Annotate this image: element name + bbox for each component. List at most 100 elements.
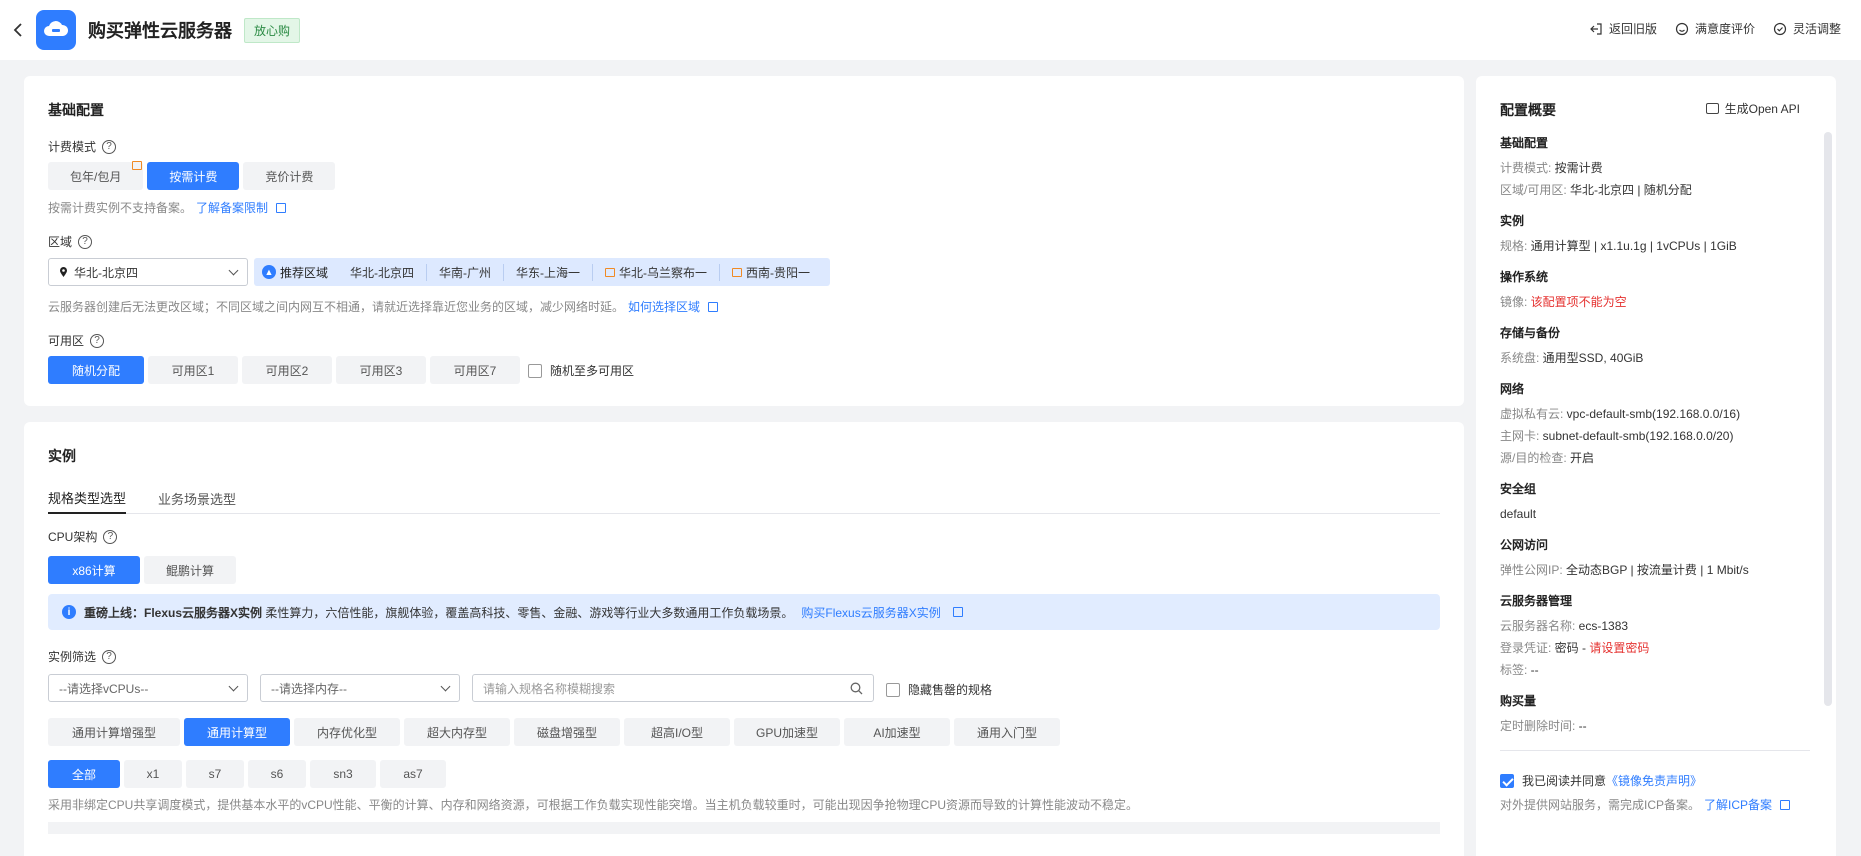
region-option-beijing4[interactable]: 华北-北京四: [338, 264, 426, 281]
vcpu-select[interactable]: --请选择vCPUs--: [48, 674, 248, 702]
help-icon[interactable]: ?: [102, 649, 117, 664]
type-option[interactable]: 通用计算增强型: [48, 718, 180, 746]
billing-limit-link[interactable]: 了解备案限制: [196, 199, 268, 216]
cpu-arch-selector: x86计算 鲲鹏计算: [48, 556, 236, 584]
billing-label: 计费模式 ?: [48, 138, 117, 155]
type-option[interactable]: 内存优化型: [294, 718, 400, 746]
type-option[interactable]: 通用计算型: [184, 718, 290, 746]
external-link-icon: [1780, 799, 1791, 810]
region-option-ulanqab1[interactable]: 华北-乌兰察布一: [592, 263, 719, 281]
type-option[interactable]: GPU加速型: [734, 718, 840, 746]
summary-line: 云服务器名称: ecs-1383: [1500, 615, 1649, 637]
series-option[interactable]: 全部: [48, 760, 120, 788]
summary-scrollbar[interactable]: [1824, 132, 1832, 706]
az-option-random[interactable]: 随机分配: [48, 356, 144, 384]
back-arrow-icon[interactable]: [6, 22, 30, 38]
gift-icon: [132, 161, 142, 170]
series-option[interactable]: s6: [248, 760, 306, 788]
back-to-old-button[interactable]: 返回旧版: [1589, 20, 1657, 37]
az-option-3[interactable]: 可用区3: [336, 356, 426, 384]
flexus-buy-link[interactable]: 购买Flexus云服务器X实例: [801, 604, 940, 621]
summary-basic: 基础配置 计费模式: 按需计费 区域/可用区: 华北-北京四 | 随机分配: [1500, 134, 1692, 201]
summary-value: 密码 -: [1554, 641, 1590, 655]
spec-search-input[interactable]: 请输入规格名称模糊搜索: [472, 674, 874, 702]
summary-value: 按需计费: [1554, 161, 1603, 175]
region-option-guiyang1[interactable]: 西南-贵阳一: [719, 263, 822, 281]
summary-security-group: 安全组 default: [1500, 480, 1536, 525]
type-option[interactable]: 超高I/O型: [624, 718, 730, 746]
satisfaction-button[interactable]: 满意度评价: [1675, 20, 1755, 37]
agree-checkbox[interactable]: [1500, 773, 1514, 788]
summary-key: 主网卡:: [1500, 429, 1543, 443]
hide-soldout-checkbox[interactable]: [886, 682, 900, 697]
summary-line: 源/目的检查: 开启: [1500, 447, 1740, 469]
random-multi-az-checkbox[interactable]: [528, 363, 542, 378]
series-selector: 全部 x1 s7 s6 sn3 as7: [48, 760, 446, 788]
help-icon[interactable]: ?: [90, 333, 105, 348]
region-option-shanghai1[interactable]: 华东-上海一: [503, 263, 592, 281]
generate-openapi-button[interactable]: 生成Open API: [1705, 100, 1800, 117]
search-icon[interactable]: [850, 682, 863, 695]
info-icon: i: [62, 605, 76, 619]
tab-business-scenario[interactable]: 业务场景选型: [158, 482, 236, 514]
az-option-7[interactable]: 可用区7: [430, 356, 520, 384]
summary-heading: 安全组: [1500, 482, 1537, 496]
hide-soldout[interactable]: 隐藏售罄的规格: [886, 681, 992, 698]
summary-key: 定时删除时间:: [1500, 719, 1579, 733]
billing-mode-selector: 包年/包月 按需计费 竞价计费: [48, 162, 336, 190]
region-choose-link[interactable]: 如何选择区域: [628, 298, 700, 315]
series-option[interactable]: as7: [380, 760, 446, 788]
external-link-icon: [952, 607, 963, 617]
flexible-adjust-button[interactable]: 灵活调整: [1773, 20, 1841, 37]
basic-config-title: 基础配置: [48, 102, 104, 118]
set-password-link[interactable]: 请设置密码: [1589, 641, 1649, 655]
summary-value: 通用型SSD, 40GiB: [1542, 351, 1644, 365]
recommend-label: ▲ 推荐区域: [262, 264, 338, 281]
az-option-1[interactable]: 可用区1: [148, 356, 238, 384]
status-badge: 放心购: [244, 17, 301, 43]
help-icon[interactable]: ?: [102, 139, 117, 154]
type-option[interactable]: AI加速型: [844, 718, 950, 746]
help-icon[interactable]: ?: [78, 234, 93, 249]
cpu-option-kunpeng[interactable]: 鲲鹏计算: [144, 556, 236, 584]
summary-value: 通用计算型 | x1.1u.1g | 1vCPUs | 1GiB: [1530, 239, 1737, 253]
billing-option-ondemand[interactable]: 按需计费: [147, 162, 240, 190]
back-to-old-label: 返回旧版: [1608, 22, 1657, 36]
tab-spec-type[interactable]: 规格类型选型: [48, 482, 127, 514]
divider: [1500, 750, 1810, 751]
disclaimer-link[interactable]: 《镜像免责声明》: [1606, 774, 1702, 788]
region-select[interactable]: 华北-北京四: [48, 258, 248, 286]
summary-error: 该配置项不能为空: [1530, 295, 1627, 309]
series-option[interactable]: s7: [186, 760, 244, 788]
az-option-2[interactable]: 可用区2: [242, 356, 332, 384]
type-option[interactable]: 超大内存型: [404, 718, 510, 746]
az-label: 可用区 ?: [48, 332, 105, 349]
billing-option-spot[interactable]: 竞价计费: [243, 162, 336, 190]
summary-key: 源/目的检查:: [1500, 451, 1571, 465]
billing-option-yearly[interactable]: 包年/包月: [48, 162, 144, 190]
series-option[interactable]: sn3: [310, 760, 376, 788]
instance-tabs: 规格类型选型 业务场景选型: [48, 482, 1440, 514]
summary-card: 配置概要 生成Open API 基础配置 计费模式: 按需计费 区域/可用区: …: [1476, 76, 1836, 856]
summary-heading: 云服务器管理: [1500, 594, 1573, 608]
icp-link[interactable]: 了解ICP备案: [1704, 796, 1772, 813]
instance-type-selector: 通用计算增强型 通用计算型 内存优化型 超大内存型 磁盘增强型 超高I/O型 G…: [48, 718, 1060, 746]
type-option[interactable]: 通用入门型: [954, 718, 1060, 746]
help-icon[interactable]: ?: [103, 529, 118, 544]
region-tip-text: 云服务器创建后无法更改区域；不同区域之间内网互不相通，请就近选择靠近您业务的区域…: [48, 300, 625, 314]
summary-line: 登录凭证: 密码 - 请设置密码: [1500, 637, 1649, 659]
spec-search-placeholder: 请输入规格名称模糊搜索: [483, 681, 616, 696]
spec-table-top: [48, 822, 1440, 834]
summary-value: vpc-default-smb(192.168.0.0/16): [1566, 407, 1741, 421]
agree-disclaimer[interactable]: 我已阅读并同意《镜像免责声明》: [1500, 772, 1702, 789]
summary-storage: 存储与备份 系统盘: 通用型SSD, 40GiB: [1500, 324, 1643, 369]
region-option-guangzhou[interactable]: 华南-广州: [426, 263, 503, 281]
type-option[interactable]: 磁盘增强型: [514, 718, 620, 746]
series-option[interactable]: x1: [124, 760, 182, 788]
summary-os: 操作系统 镜像: 该配置项不能为空: [1500, 268, 1627, 313]
cpu-option-x86[interactable]: x86计算: [48, 556, 140, 584]
random-multi-az[interactable]: 随机至多可用区: [528, 362, 634, 379]
terminal-icon: [1705, 103, 1719, 114]
memory-select[interactable]: --请选择内存--: [260, 674, 460, 702]
summary-heading: 操作系统: [1500, 270, 1549, 284]
